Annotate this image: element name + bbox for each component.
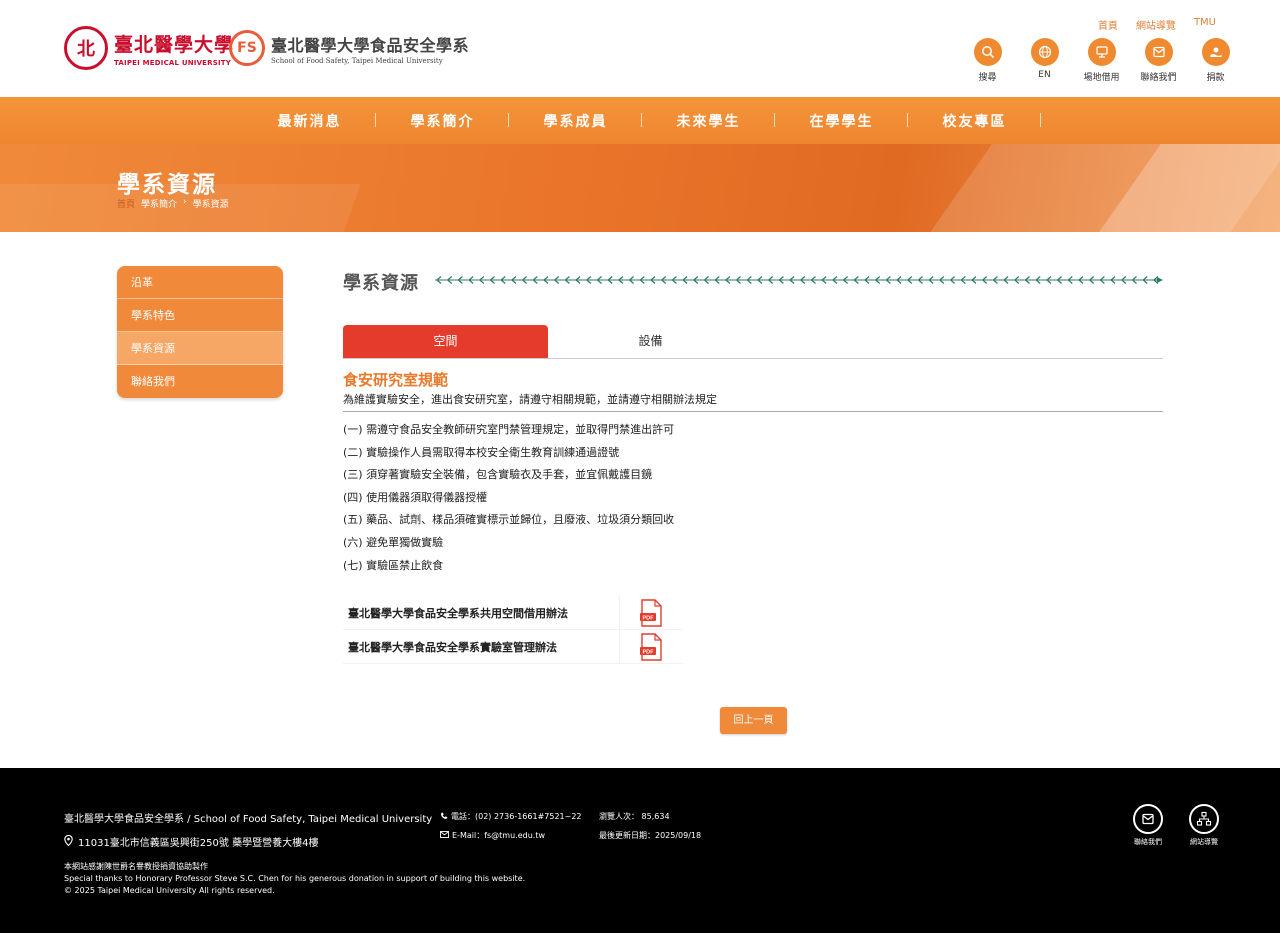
sidebar: 沿革 學系特色 學系資源 聯絡我們 (117, 266, 283, 398)
tmu-logo-en: TAIPEI MEDICAL UNIVERSITY (114, 58, 232, 67)
decorative-chevron-line (435, 276, 1163, 284)
footer-address-text: 11031臺北市信義區吳興街250號 藥學暨營養大樓4樓 (78, 838, 319, 849)
tool-search[interactable]: 搜尋 (959, 38, 1016, 83)
footer-last-updated: 最後更新日期：2025/09/18 (599, 831, 702, 840)
breadcrumb-separator: › (183, 197, 187, 207)
nav-about[interactable]: 學系簡介 (376, 111, 509, 131)
breadcrumb: 首頁 學系簡介 › 學系資源 (117, 197, 229, 210)
page-banner: 學系資源 首頁 學系簡介 › 學系資源 (0, 144, 1280, 232)
footer-copyright: © 2025 Taipei Medical University All rig… (64, 886, 275, 895)
tool-venue[interactable]: 場地借用 (1073, 38, 1130, 83)
page-title: 學系資源 (117, 172, 217, 198)
site-header: 北 臺北醫學大學 TAIPEI MEDICAL UNIVERSITY FS 臺北… (0, 0, 1280, 97)
breadcrumb-home[interactable]: 首頁 (117, 197, 135, 210)
list-item: (三) 須穿著實驗安全裝備，包含實驗衣及手套，並宜佩戴護目鏡 (343, 468, 653, 482)
sidebar-item-resources[interactable]: 學系資源 (117, 332, 283, 365)
footer-icon-links: 聯絡我們 網站導覽 (1129, 804, 1223, 847)
svg-text:PDF: PDF (642, 649, 654, 655)
tab-space[interactable]: 空間 (343, 325, 548, 358)
footer-credits: 本網站感謝陳世爵名譽教授捐資協助製作 Special thanks to Hon… (64, 861, 525, 897)
table-row: 臺北醫學大學食品安全學系共用空間借用辦法 PDF (343, 595, 683, 630)
fs-logo-icon: FS (229, 30, 265, 66)
tool-en[interactable]: EN (1016, 38, 1073, 83)
section-title: 學系資源 (343, 273, 419, 294)
nav-news[interactable]: 最新消息 (243, 111, 376, 131)
fs-logo-zh: 臺北醫學大學食品安全學系 (271, 35, 470, 55)
nav-current[interactable]: 在學學生 (775, 111, 908, 131)
footer-phone: 電話：(02) 2736-1661#7521~22 (440, 811, 582, 822)
list-item: (七) 實驗區禁止飲食 (343, 558, 444, 572)
list-item: (六) 避免單獨做實驗 (343, 535, 444, 549)
nav-members[interactable]: 學系成員 (509, 111, 642, 131)
globe-icon (1030, 38, 1059, 66)
footer-email: E-Mail：fs@tmu.edu.tw (440, 830, 545, 841)
tab-equipment[interactable]: 設備 (548, 325, 753, 358)
footer-contact-label: 聯絡我們 (1134, 838, 1162, 846)
footer-org-name: 臺北醫學大學食品安全學系 / School of Food Safety, Ta… (64, 814, 433, 825)
tmu-seal-icon: 北 (64, 26, 108, 70)
venue-icon (1087, 38, 1116, 66)
tool-donate[interactable]: 捐款 (1187, 38, 1244, 83)
footer-phone-text: 電話：(02) 2736-1661#7521~22 (451, 812, 582, 821)
divider (343, 411, 1163, 412)
location-pin-icon (64, 834, 73, 849)
table-row: 臺北醫學大學食品安全學系實驗室管理辦法 PDF (343, 629, 683, 664)
lab-rules-heading: 食安研究室規範 (343, 371, 449, 389)
envelope-icon (440, 831, 449, 840)
search-icon (973, 38, 1002, 66)
lab-rules-intro: 為維護實驗安全，進出食安研究室，請遵守相關規範，並請遵守相關辦法規定 (343, 393, 717, 406)
phone-icon (440, 812, 448, 822)
sidebar-item-features[interactable]: 學系特色 (117, 299, 283, 332)
tool-venue-label: 場地借用 (1083, 73, 1120, 83)
tool-search-label: 搜尋 (978, 73, 997, 83)
footer-address: 11031臺北市信義區吳興街250號 藥學暨營養大樓4樓 (64, 834, 318, 849)
mail-icon (1144, 38, 1173, 66)
pdf-icon[interactable]: PDF (619, 595, 681, 630)
list-item: (一) 需遵守食品安全教師研究室門禁管理規定，並取得門禁進出許可 (343, 423, 675, 436)
tool-contact-label: 聯絡我們 (1140, 73, 1177, 83)
main-nav: 最新消息 學系簡介 學系成員 未來學生 在學學生 校友專區 (0, 97, 1280, 144)
footer-contact-link[interactable]: 聯絡我們 (1129, 804, 1167, 847)
mail-icon (1133, 804, 1163, 834)
toplink-sitemap[interactable]: 網站導覽 (1136, 17, 1176, 32)
list-item: (四) 使用儀器須取得儀器授權 (343, 490, 488, 504)
file-name[interactable]: 臺北醫學大學食品安全學系實驗室管理辦法 (343, 639, 619, 655)
lab-rules-list: (一) 需遵守食品安全教師研究室門禁管理規定，並取得門禁進出許可 (二) 實驗操… (343, 422, 674, 580)
toplink-tmu[interactable]: TMU (1194, 17, 1216, 32)
footer-sitemap-link[interactable]: 網站導覽 (1185, 804, 1223, 847)
tmu-logo[interactable]: 北 臺北醫學大學 TAIPEI MEDICAL UNIVERSITY (64, 26, 234, 70)
footer-credit-en: Special thanks to Honorary Professor Ste… (64, 874, 526, 883)
tmu-logo-zh: 臺北醫學大學 (114, 33, 235, 56)
tool-contact[interactable]: 聯絡我們 (1130, 38, 1187, 83)
footer-visit-count: 瀏覽人次： 85,634 (599, 812, 670, 821)
fs-logo[interactable]: FS 臺北醫學大學食品安全學系 School of Food Safety, T… (229, 30, 469, 66)
fs-logo-en: School of Food Safety, Taipei Medical Un… (271, 56, 443, 65)
sidebar-item-contact[interactable]: 聯絡我們 (117, 365, 283, 398)
donate-icon (1201, 38, 1230, 66)
pdf-icon[interactable]: PDF (619, 629, 681, 664)
file-name[interactable]: 臺北醫學大學食品安全學系共用空間借用辦法 (343, 605, 619, 621)
footer-email-text[interactable]: E-Mail：fs@tmu.edu.tw (452, 830, 545, 841)
nav-prospective[interactable]: 未來學生 (642, 111, 775, 131)
tab-bar: 空間 設備 (343, 325, 1163, 359)
tool-donate-label: 捐款 (1206, 73, 1225, 83)
footer-credit-zh: 本網站感謝陳世爵名譽教授捐資協助製作 (64, 862, 208, 871)
tool-en-label: EN (1038, 70, 1051, 80)
sitemap-icon (1189, 804, 1219, 834)
toplink-home[interactable]: 首頁 (1098, 17, 1118, 32)
breadcrumb-current: 學系資源 (192, 200, 229, 210)
list-item: (五) 藥品、試劑、樣品須確實標示並歸位，且廢液、垃圾須分類回收 (343, 513, 675, 527)
list-item: (二) 實驗操作人員需取得本校安全衛生教育訓練通過證號 (343, 445, 620, 459)
top-links: 首頁 網站導覽 TMU (1098, 17, 1216, 32)
back-button[interactable]: 回上一頁 (720, 707, 787, 734)
sidebar-item-history[interactable]: 沿革 (117, 266, 283, 299)
nav-alumni[interactable]: 校友專區 (908, 111, 1041, 131)
header-tools: 搜尋 EN 場地借用 聯絡我們 捐款 (959, 38, 1244, 83)
site-footer: 臺北醫學大學食品安全學系 / School of Food Safety, Ta… (0, 768, 1280, 933)
breadcrumb-about[interactable]: 學系簡介 (141, 197, 177, 210)
file-table: 臺北醫學大學食品安全學系共用空間借用辦法 PDF 臺北醫學大學食品安全學系實驗室… (343, 595, 683, 664)
svg-text:PDF: PDF (642, 615, 654, 621)
footer-sitemap-label: 網站導覽 (1190, 838, 1218, 846)
